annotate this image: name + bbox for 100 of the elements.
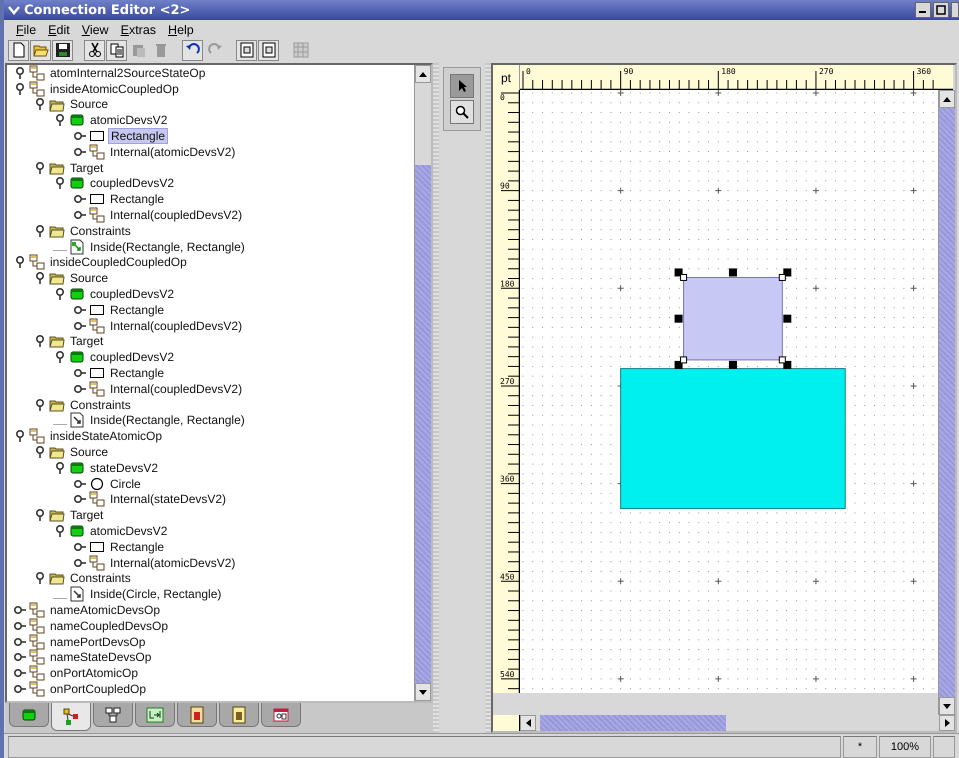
tree-item[interactable]: Internal(stateDevsV2) — [108, 492, 228, 506]
node-diagram-icon — [29, 428, 45, 444]
tree-item[interactable]: Target — [68, 334, 106, 348]
pointer-tool-icon[interactable] — [450, 74, 474, 98]
expanded-handle-icon[interactable] — [33, 97, 47, 112]
tree-item[interactable]: Rectangle — [108, 128, 168, 144]
expanded-handle-icon[interactable] — [53, 176, 67, 190]
tree-item[interactable]: coupledDevsV2 — [88, 350, 176, 364]
tree-item[interactable]: Inside(Rectangle, Rectangle) — [88, 240, 247, 254]
menu-item[interactable]: Extras — [114, 22, 162, 36]
chevron-icon[interactable] — [8, 5, 20, 15]
ruler-label: 270 — [500, 376, 514, 386]
minimize-button[interactable] — [915, 2, 931, 18]
scroll-up-button[interactable] — [415, 65, 432, 83]
scrollbar[interactable] — [414, 65, 432, 701]
ruler-label: 540 — [500, 670, 514, 679]
expanded-handle-icon[interactable] — [33, 160, 47, 175]
copy-icon[interactable] — [106, 40, 127, 60]
expanded-handle-icon[interactable] — [13, 255, 27, 270]
expanded-handle-icon[interactable] — [53, 287, 67, 302]
ruler-label: 180 — [721, 67, 736, 76]
expanded-handle-icon[interactable] — [53, 113, 67, 128]
tree-item[interactable]: Source — [68, 271, 110, 286]
tree-item[interactable]: Internal(coupledDevsV2) — [108, 382, 244, 396]
tree-item[interactable]: Rectangle — [108, 192, 166, 206]
expanded-handle-icon[interactable] — [53, 460, 67, 475]
tree-item[interactable]: Internal(atomicDevsV2) — [108, 144, 238, 159]
tree-item[interactable]: Internal(coupledDevsV2) — [108, 208, 244, 222]
tree-item[interactable]: Target — [68, 508, 106, 522]
panel-tab[interactable] — [9, 703, 49, 727]
scrollbar[interactable] — [938, 90, 955, 715]
menu-item[interactable]: View — [76, 22, 115, 36]
selection-handles-drawing[interactable] — [674, 268, 792, 369]
tree-item[interactable]: Constraints — [68, 398, 133, 412]
tree-item[interactable]: Source — [68, 97, 110, 112]
new-file-icon[interactable] — [8, 40, 29, 60]
tree-item[interactable]: atomInternal2SourceStateOp — [48, 66, 208, 80]
tree-item[interactable]: nameCoupledDevsOp — [48, 618, 170, 633]
expanded-handle-icon[interactable] — [33, 445, 47, 460]
status-cell — [933, 736, 955, 758]
document-icon[interactable] — [258, 40, 279, 60]
scroll-left-button[interactable] — [520, 715, 536, 731]
cut-icon[interactable] — [84, 40, 105, 60]
expanded-handle-icon[interactable] — [33, 271, 47, 286]
tree-item[interactable]: atomicDevsV2 — [88, 113, 170, 128]
panel-tab[interactable] — [93, 703, 133, 727]
tree-item[interactable]: coupledDevsV2 — [88, 176, 176, 190]
maximize-button[interactable] — [933, 2, 949, 18]
tree-item[interactable]: Inside(Rectangle, Rectangle) — [88, 413, 247, 428]
tree-item[interactable]: nameStateDevsOp — [48, 650, 154, 664]
zoom-tool-icon[interactable] — [450, 100, 474, 124]
expanded-handle-icon[interactable] — [53, 524, 67, 538]
tree-item[interactable]: Circle — [108, 476, 143, 491]
tree-item[interactable]: insideStateAtomicOp — [48, 429, 164, 444]
tree-item[interactable]: stateDevsV2 — [88, 460, 160, 475]
tree-item[interactable]: Rectangle — [108, 302, 166, 317]
tree-item[interactable]: namePortDevsOp — [48, 634, 148, 649]
tree-item[interactable]: Constraints — [68, 571, 133, 586]
tree-item[interactable]: Inside(Circle, Rectangle) — [88, 587, 224, 602]
menu-item[interactable]: File — [10, 22, 42, 36]
expanded-handle-icon[interactable] — [53, 350, 67, 364]
panel-tab[interactable] — [135, 703, 175, 727]
tree-item[interactable]: Rectangle — [108, 366, 166, 380]
tree-item[interactable]: atomicDevsV2 — [88, 524, 170, 538]
tree-item[interactable]: Target — [68, 160, 106, 175]
expanded-handle-icon[interactable] — [13, 82, 27, 96]
tree-item[interactable]: coupledDevsV2 — [88, 287, 176, 302]
scrollbar[interactable] — [520, 715, 955, 731]
tree-item[interactable]: onPortCoupledOp — [48, 682, 148, 696]
scroll-down-button[interactable] — [939, 697, 955, 715]
scroll-down-button[interactable] — [415, 683, 432, 701]
tree-item[interactable]: insideCoupledCoupledOp — [48, 255, 189, 270]
expanded-handle-icon[interactable] — [33, 508, 47, 522]
expanded-handle-icon[interactable] — [33, 334, 47, 348]
menu-item[interactable]: Help — [162, 22, 200, 36]
tree-item[interactable]: Internal(coupledDevsV2) — [108, 318, 244, 333]
close-button[interactable] — [951, 2, 959, 18]
scroll-up-button[interactable] — [939, 90, 955, 108]
expanded-handle-icon[interactable] — [13, 429, 27, 444]
expanded-handle-icon[interactable] — [33, 398, 47, 412]
document-icon[interactable] — [236, 40, 257, 60]
undo-icon[interactable] — [182, 40, 203, 60]
panel-tab[interactable] — [219, 703, 259, 727]
panel-tab[interactable] — [177, 703, 217, 727]
scroll-right-button[interactable] — [939, 715, 955, 731]
menu-item[interactable]: Edit — [42, 22, 76, 36]
expanded-handle-icon[interactable] — [33, 571, 47, 586]
tree-item[interactable]: Internal(atomicDevsV2) — [108, 556, 238, 570]
tree-item[interactable]: onPortAtomicOp — [48, 666, 140, 680]
panel-tab[interactable] — [51, 703, 91, 731]
expanded-handle-icon[interactable] — [13, 66, 27, 80]
tree-item[interactable]: insideAtomicCoupledOp — [48, 82, 181, 96]
tree-item[interactable]: nameAtomicDevsOp — [48, 602, 162, 617]
save-icon[interactable] — [52, 40, 73, 60]
tree-item[interactable]: Constraints — [68, 224, 133, 238]
tree-item[interactable]: Source — [68, 445, 110, 460]
open-folder-icon[interactable] — [30, 40, 51, 60]
expanded-handle-icon[interactable] — [33, 224, 47, 238]
panel-tab[interactable] — [261, 703, 301, 727]
tree-item[interactable]: Rectangle — [108, 540, 166, 554]
